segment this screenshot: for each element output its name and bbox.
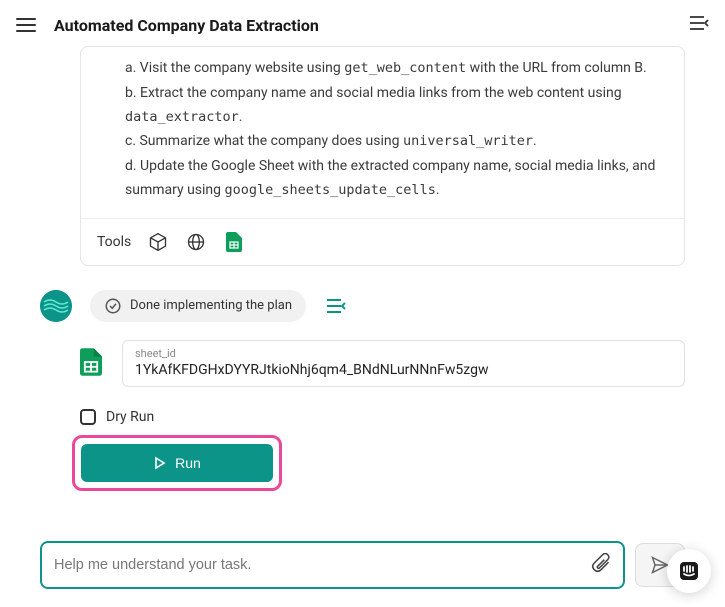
tools-row: Tools	[81, 218, 684, 265]
step-b-pre: b. Extract the company name and social m…	[125, 85, 622, 101]
chat-footer	[40, 541, 685, 589]
step-c-post: .	[533, 133, 537, 149]
code-get-web-content: get_web_content	[344, 60, 466, 76]
run-button-highlight: Run	[72, 435, 282, 491]
chat-input-container	[40, 541, 625, 589]
page-title: Automated Company Data Extraction	[54, 16, 319, 35]
code-google-sheets-update: google_sheets_update_cells	[225, 182, 436, 198]
step-d-post: .	[436, 182, 440, 198]
check-circle-icon	[104, 297, 122, 315]
step-c-pre: c. Summarize what the company does using	[125, 133, 403, 149]
assistant-avatar	[40, 290, 72, 322]
step-a-pre: a. Visit the company website using	[125, 60, 344, 76]
sheet-id-input[interactable]: sheet_id 1YkAfKFDGHxDYYRJtkioNhj6qm4_BNd…	[122, 340, 685, 387]
globe-icon[interactable]	[185, 231, 207, 253]
main-content: a. Visit the company website using get_w…	[0, 46, 725, 491]
code-data-extractor: data_extractor	[125, 109, 239, 125]
sheet-id-label: sheet_id	[135, 347, 672, 360]
code-universal-writer: universal_writer	[403, 133, 533, 149]
dry-run-label: Dry Run	[106, 409, 154, 425]
status-row: Done implementing the plan	[40, 290, 685, 322]
step-b-post: .	[239, 109, 243, 125]
sheets-input-icon	[80, 340, 110, 387]
run-button[interactable]: Run	[81, 444, 273, 482]
google-sheets-icon[interactable]	[223, 231, 245, 253]
header-left: Automated Company Data Extraction	[16, 16, 319, 35]
play-icon	[153, 456, 167, 470]
sheet-id-value: 1YkAfKFDGHxDYYRJtkioNhj6qm4_BNdNLurNNnFw…	[135, 362, 672, 378]
chat-input[interactable]	[54, 557, 583, 573]
dry-run-row: Dry Run	[80, 409, 685, 425]
task-card: a. Visit the company website using get_w…	[80, 46, 685, 266]
status-pill: Done implementing the plan	[90, 290, 306, 322]
status-text: Done implementing the plan	[130, 298, 292, 313]
run-button-label: Run	[175, 455, 201, 471]
sheet-input-row: sheet_id 1YkAfKFDGHxDYYRJtkioNhj6qm4_BNd…	[80, 340, 685, 387]
task-steps: a. Visit the company website using get_w…	[81, 47, 684, 218]
tools-label: Tools	[97, 234, 131, 250]
intercom-launcher[interactable]	[667, 549, 711, 593]
menu-icon[interactable]	[16, 18, 36, 32]
paperclip-icon[interactable]	[591, 553, 611, 577]
status-collapse-icon[interactable]	[324, 297, 346, 315]
intercom-icon	[677, 559, 701, 583]
sidebar-collapse-icon[interactable]	[689, 14, 709, 36]
step-a-post: with the URL from column B.	[466, 60, 647, 76]
package-icon[interactable]	[147, 231, 169, 253]
app-header: Automated Company Data Extraction	[0, 0, 725, 46]
dry-run-checkbox[interactable]	[80, 409, 96, 425]
